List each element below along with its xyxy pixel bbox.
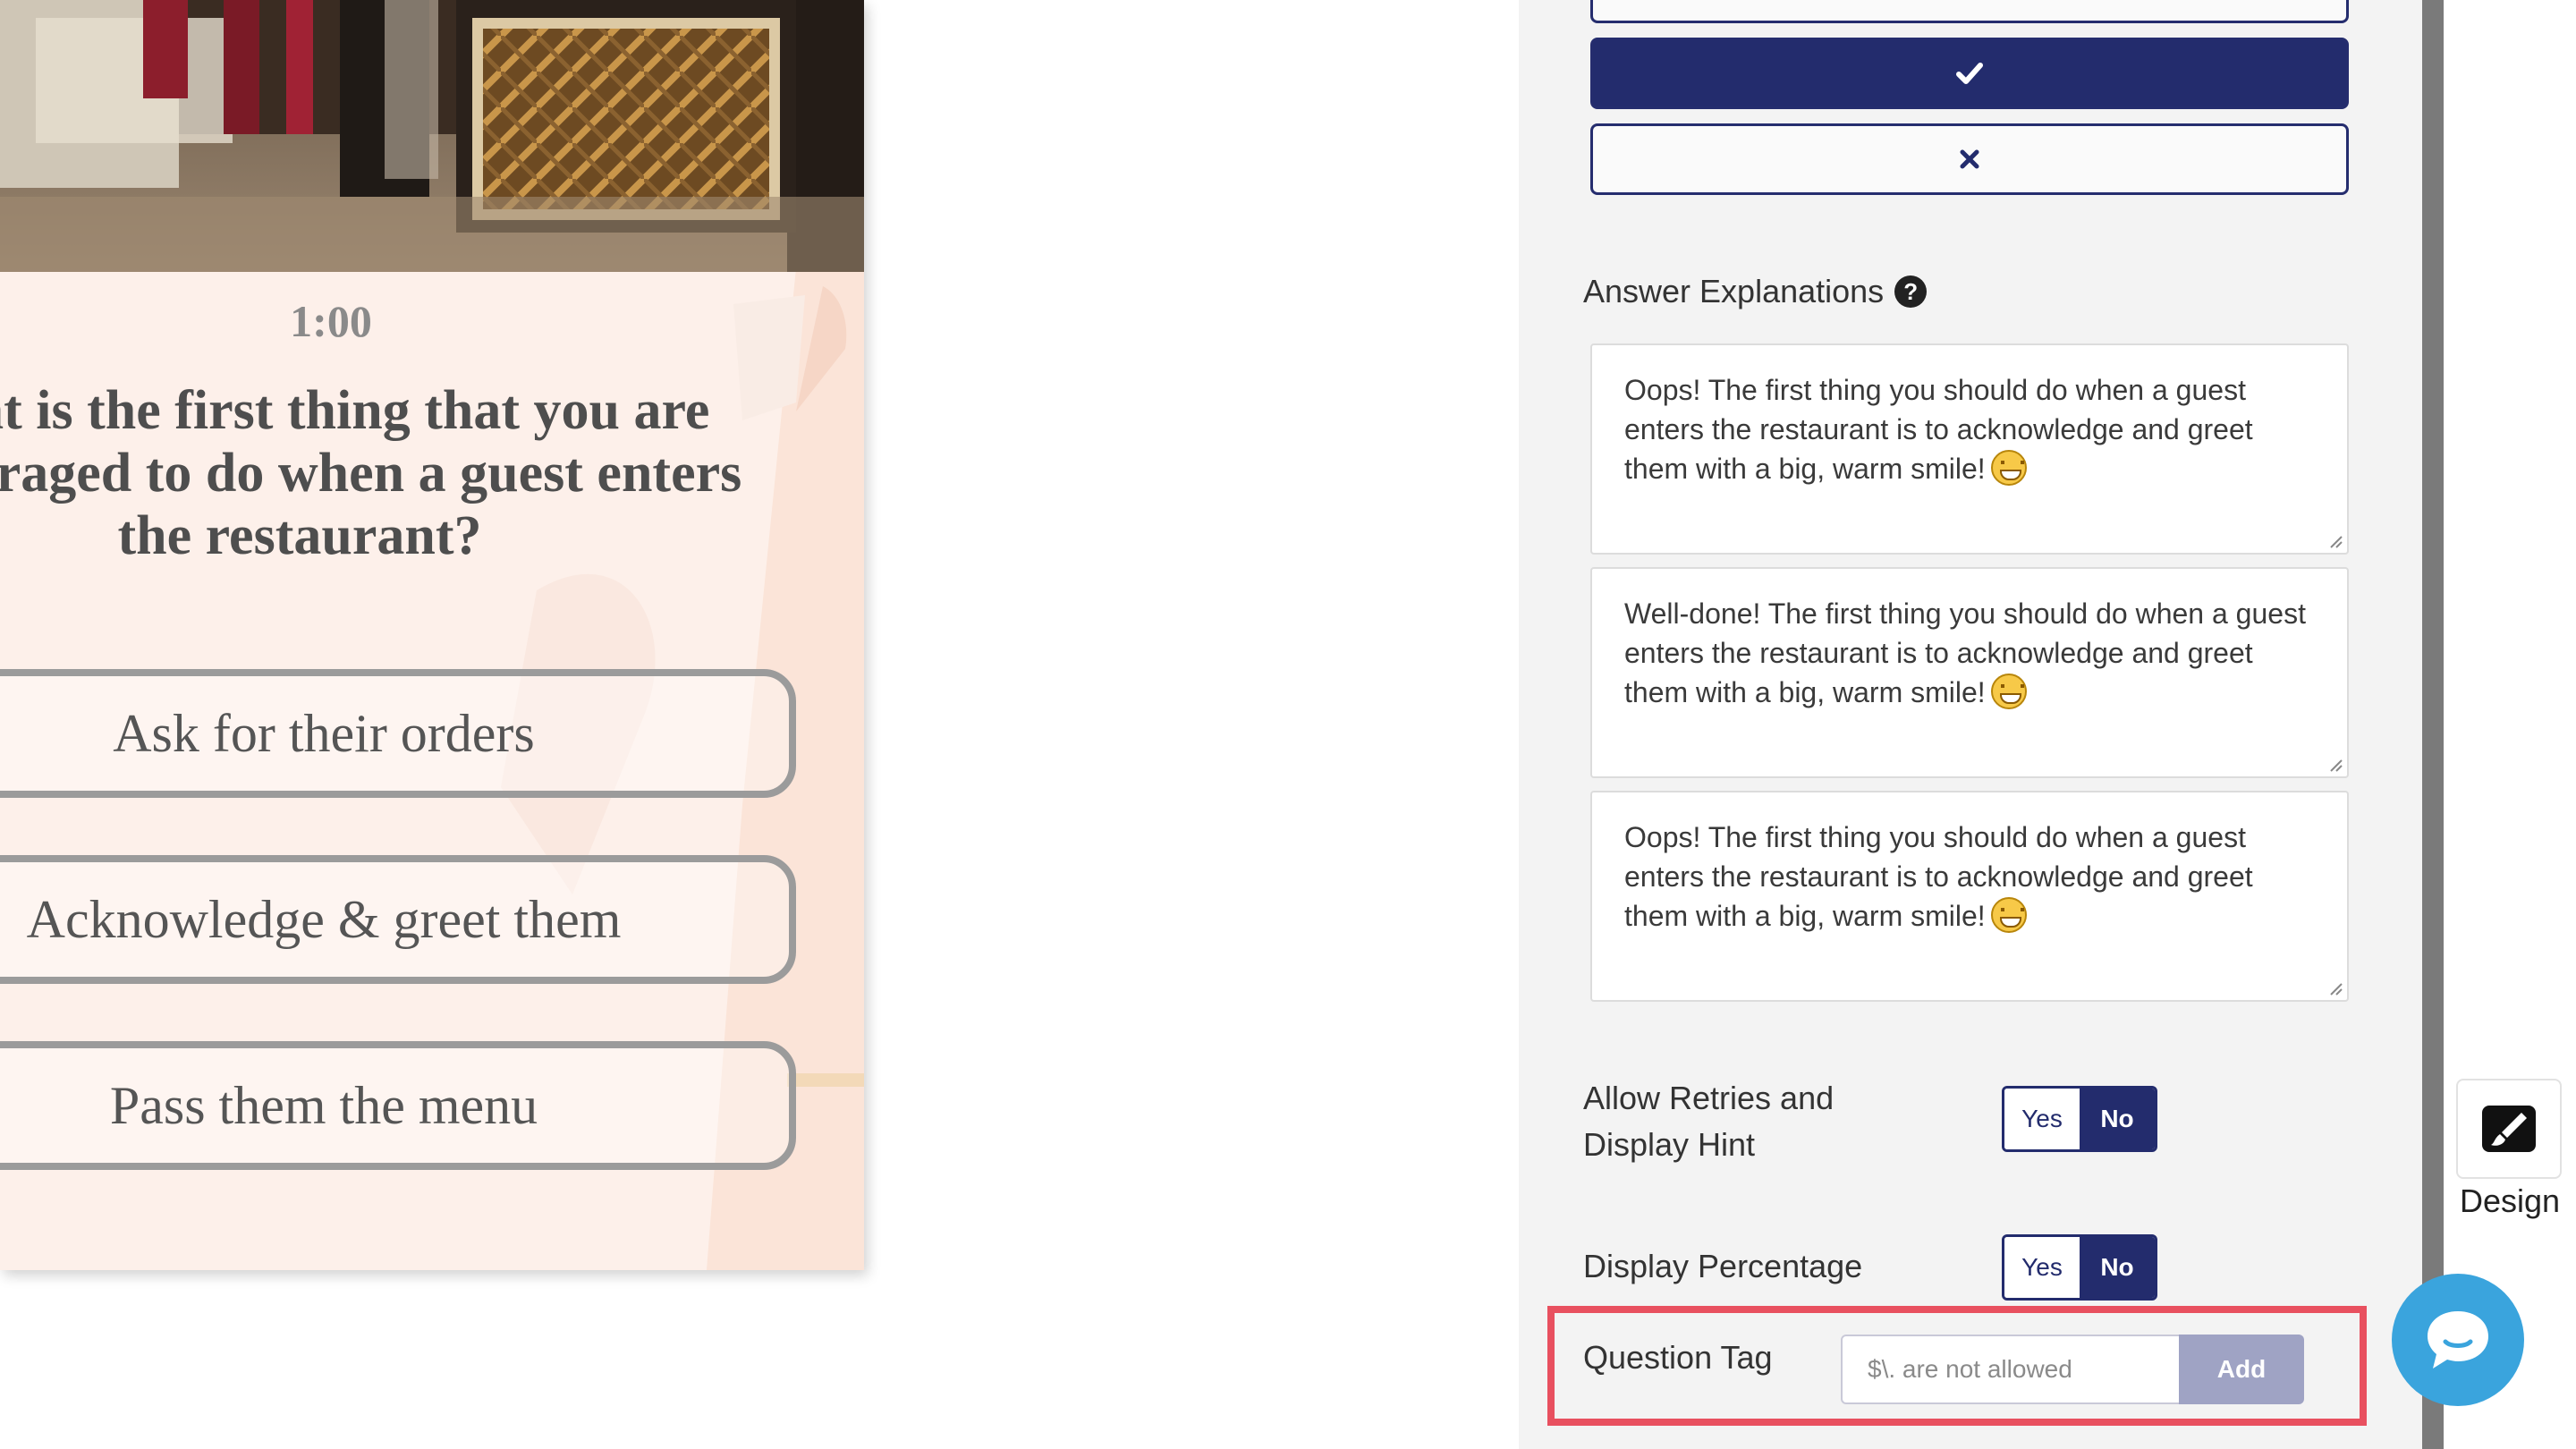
restaurant-photo — [0, 0, 864, 272]
allow-retries-no-option[interactable]: No — [2080, 1089, 2155, 1149]
grinning-emoji-icon — [1990, 897, 2027, 933]
design-button[interactable] — [2456, 1079, 2562, 1179]
allow-retries-yes-option[interactable]: Yes — [2004, 1089, 2080, 1149]
allow-retries-label-line2: Display Hint — [1583, 1126, 1756, 1163]
answer-option-label: Acknowledge & greet them — [26, 889, 622, 949]
x-icon — [1960, 149, 1979, 169]
answer-marker-button[interactable] — [1590, 0, 2349, 23]
answer-explanation-text: Oops! The first thing you should do when… — [1624, 821, 2253, 932]
grinning-emoji-icon — [1990, 674, 2027, 709]
answer-explanation-field[interactable]: Oops! The first thing you should do when… — [1590, 343, 2349, 555]
brush-icon — [2482, 1106, 2536, 1152]
answer-option[interactable]: Acknowledge & greet them — [0, 855, 796, 984]
resize-handle-icon[interactable] — [2327, 980, 2343, 996]
quiz-preview-card: 1:00 What is the first thing that you ar… — [0, 0, 864, 1270]
answer-explanation-text: Oops! The first thing you should do when… — [1624, 374, 2253, 485]
answer-explanations-heading: Answer Explanations ? — [1583, 268, 1928, 315]
add-tag-button[interactable]: Add — [2179, 1335, 2304, 1404]
display-percentage-label: Display Percentage — [1583, 1248, 1863, 1284]
resize-handle-icon[interactable] — [2327, 533, 2343, 549]
quiz-question: What is the first thing that you are enc… — [0, 380, 742, 566]
display-percentage-toggle[interactable]: Yes No — [2002, 1234, 2157, 1301]
panel-scrollbar[interactable] — [2422, 0, 2444, 1449]
answer-option-label: Pass them the menu — [109, 1075, 538, 1135]
chat-icon — [2428, 1311, 2488, 1368]
wrong-answer-marker-button[interactable] — [1590, 123, 2349, 195]
answer-explanation-text: Well-done! The first thing you should do… — [1624, 597, 2306, 708]
display-percentage-yes-option[interactable]: Yes — [2004, 1237, 2080, 1298]
allow-retries-label-line1: Allow Retries and — [1583, 1080, 1835, 1116]
answer-explanations-label: Answer Explanations — [1583, 273, 1885, 309]
resize-handle-icon[interactable] — [2327, 757, 2343, 773]
chat-button[interactable] — [2392, 1274, 2524, 1406]
check-icon — [1956, 63, 1983, 84]
help-icon[interactable]: ? — [1894, 275, 1928, 308]
quiz-timer: 1:00 — [290, 296, 372, 346]
display-percentage-no-option[interactable]: No — [2080, 1237, 2155, 1298]
question-tag-label: Question Tag — [1583, 1339, 1773, 1376]
restaurant-photo-image — [0, 0, 864, 272]
design-label: Design — [2459, 1182, 2561, 1219]
grinning-emoji-icon — [1990, 450, 2027, 486]
allow-retries-label: Allow Retries and Display Hint — [1583, 1075, 1834, 1168]
answer-explanation-field[interactable]: Oops! The first thing you should do when… — [1590, 791, 2349, 1002]
allow-retries-toggle[interactable]: Yes No — [2002, 1086, 2157, 1152]
answer-option[interactable]: Pass them the menu — [0, 1041, 796, 1170]
question-tag-input[interactable] — [1841, 1335, 2181, 1404]
answer-option[interactable]: Ask for their orders — [0, 669, 796, 798]
correct-answer-marker-button[interactable] — [1590, 38, 2349, 109]
answer-option-label: Ask for their orders — [113, 703, 535, 763]
answer-explanation-field[interactable]: Well-done! The first thing you should do… — [1590, 567, 2349, 778]
